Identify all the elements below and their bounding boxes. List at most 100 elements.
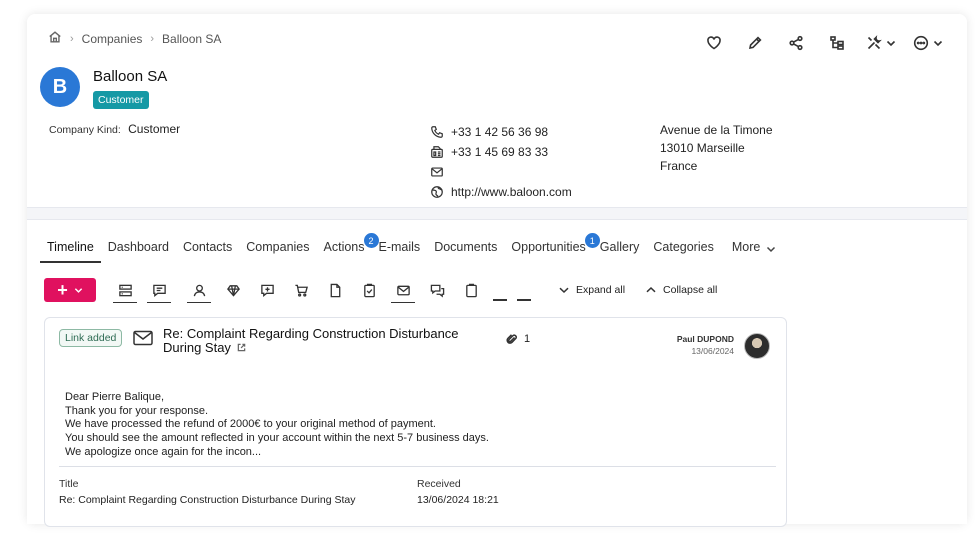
author-info: Paul DUPOND 13/06/2024 <box>677 334 734 356</box>
filter-documents-button[interactable] <box>318 278 352 302</box>
tab-label: E-mails <box>378 240 421 254</box>
pencil-icon <box>748 36 762 50</box>
more-icon <box>913 35 929 51</box>
chevron-up-icon <box>646 286 656 293</box>
meta-title: Title Re: Complaint Regarding Constructi… <box>59 478 355 506</box>
tools-menu-button[interactable] <box>857 34 905 52</box>
filter-orders-button[interactable] <box>284 278 318 302</box>
timeline-toolbar: + Expand all Collapse all <box>44 278 717 303</box>
chevron-down-icon <box>74 287 82 293</box>
breadcrumb-companies[interactable]: Companies <box>82 32 143 46</box>
email-row[interactable] <box>430 162 572 182</box>
diamond-icon <box>226 284 240 297</box>
user-icon <box>193 284 205 296</box>
filter-emails-button[interactable] <box>386 278 420 303</box>
fax-icon <box>431 146 443 158</box>
filter-conversations-button[interactable] <box>420 278 454 302</box>
filter-support-button[interactable] <box>250 278 284 302</box>
share-button[interactable] <box>775 34 816 52</box>
paperclip-icon <box>506 334 517 344</box>
clipboard-check-icon <box>363 283 375 297</box>
tab-gallery[interactable]: Gallery <box>593 240 647 262</box>
contact-list: +33 1 42 56 36 98 +33 1 45 69 83 33 http… <box>430 122 572 202</box>
author-name: Paul DUPOND <box>676 334 734 344</box>
company-kind: Company Kind: Customer <box>49 122 180 136</box>
filter-opportunities-button[interactable] <box>216 278 250 302</box>
body-line: You should see the amount reflected in y… <box>65 432 489 445</box>
chevron-down-icon <box>559 287 569 294</box>
filter-placeholder[interactable] <box>493 299 507 301</box>
hierarchy-button[interactable] <box>816 34 857 52</box>
edit-button[interactable] <box>734 34 775 52</box>
company-name: Balloon SA <box>93 68 168 85</box>
filter-clipboard-button[interactable] <box>454 278 488 302</box>
filter-tasks-button[interactable] <box>352 278 386 302</box>
tab-label: Opportunities <box>511 240 586 254</box>
tab-categories[interactable]: Categories <box>646 240 720 262</box>
tab-opportunities[interactable]: Opportunities 1 <box>504 233 600 262</box>
attachments[interactable]: 1 <box>506 333 530 345</box>
attachment-count: 1 <box>524 333 531 345</box>
tab-documents[interactable]: Documents <box>427 240 504 262</box>
tab-emails[interactable]: E-mails <box>372 240 428 262</box>
tab-label: Actions <box>323 240 365 254</box>
more-menu-button[interactable] <box>905 34 951 52</box>
chat-bubbles-icon <box>430 284 444 297</box>
body-line: We apologize once again for the incon... <box>65 445 262 458</box>
header-actions <box>693 34 951 52</box>
email-title[interactable]: Re: Complaint Regarding Construction Dis… <box>163 326 459 355</box>
filter-list-button[interactable] <box>108 278 142 303</box>
chevron-down-icon <box>766 243 776 253</box>
favorite-button[interactable] <box>693 34 734 52</box>
item-date: 13/06/2024 <box>691 346 734 356</box>
tab-contacts[interactable]: Contacts <box>176 240 239 262</box>
plus-icon: + <box>57 280 68 300</box>
clipboard-icon <box>465 283 477 297</box>
company-avatar: B <box>40 67 80 107</box>
globe-icon <box>431 186 443 198</box>
collapse-all-button[interactable]: Collapse all <box>645 284 717 296</box>
external-link-icon[interactable] <box>237 341 246 352</box>
envelope-icon <box>396 285 410 295</box>
comment-icon <box>152 284 166 297</box>
company-kind-label: Company Kind: <box>49 124 121 136</box>
meta-title-label: Title <box>59 478 79 490</box>
tab-dashboard[interactable]: Dashboard <box>101 240 176 262</box>
company-kind-value: Customer <box>128 122 181 136</box>
divider <box>59 466 776 467</box>
home-icon[interactable] <box>48 30 62 47</box>
phone-value[interactable]: +33 1 42 56 36 98 <box>451 125 548 139</box>
tab-more[interactable]: More <box>725 240 783 262</box>
filter-notes-button[interactable] <box>142 278 176 303</box>
tab-bar: Timeline Dashboard Contacts Companies Ac… <box>40 233 783 263</box>
breadcrumb-current: Balloon SA <box>162 31 222 46</box>
hierarchy-icon <box>829 36 844 50</box>
heart-icon <box>706 36 721 50</box>
cart-icon <box>294 284 308 297</box>
tab-label: Dashboard <box>107 240 169 254</box>
filter-placeholder[interactable] <box>517 299 531 301</box>
add-button[interactable]: + <box>44 278 96 302</box>
tab-label: More <box>731 240 761 254</box>
filter-contacts-button[interactable] <box>182 278 216 303</box>
body-line: Thank you for your response. <box>65 404 209 417</box>
tab-label: Timeline <box>47 240 94 254</box>
expand-all-button[interactable]: Expand all <box>558 284 625 296</box>
fax-row[interactable]: +33 1 45 69 83 33 <box>430 142 572 162</box>
website-link[interactable]: http://www.baloon.com <box>451 185 572 199</box>
avatar <box>744 333 770 359</box>
tab-companies[interactable]: Companies <box>239 240 316 262</box>
breadcrumb: › Companies › Balloon SA <box>48 30 221 47</box>
collapse-all-label: Collapse all <box>663 284 718 296</box>
tab-actions[interactable]: Actions 2 <box>317 233 379 262</box>
timeline-email-item[interactable]: Link added Re: Complaint Regarding Const… <box>44 317 787 527</box>
email-title-link[interactable]: Re: Complaint Regarding Construction Dis… <box>163 327 493 355</box>
fax-value[interactable]: +33 1 45 69 83 33 <box>451 145 548 159</box>
meta-received-label: Received <box>417 478 461 490</box>
tab-label: Contacts <box>182 240 233 254</box>
website-row[interactable]: http://www.baloon.com <box>430 182 572 202</box>
tools-icon <box>867 35 882 50</box>
address-line-1: Avenue de la Timone <box>660 123 773 137</box>
tab-timeline[interactable]: Timeline <box>40 240 101 263</box>
phone-row[interactable]: +33 1 42 56 36 98 <box>430 122 572 142</box>
